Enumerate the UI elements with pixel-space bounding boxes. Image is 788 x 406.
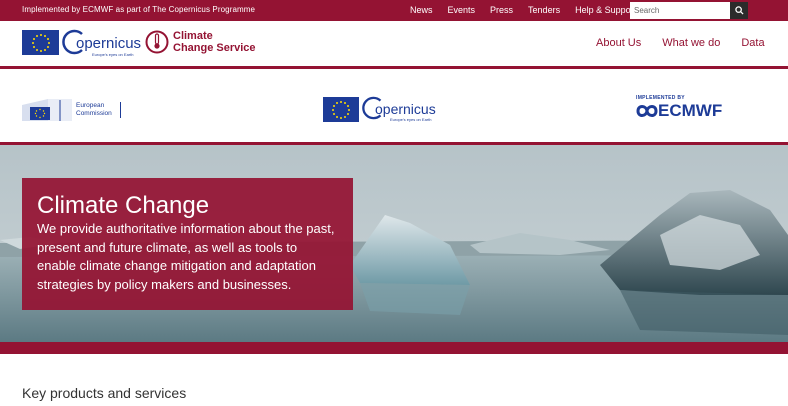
copernicus-tagline: Europe's eyes on Earth <box>92 52 134 57</box>
implemented-by-text: Implemented by ECMWF as part of The Cope… <box>22 5 256 14</box>
top-nav-events[interactable]: Events <box>448 5 476 15</box>
site-header: opernicus Europe's eyes on Earth Climate… <box>0 21 788 66</box>
top-nav-news[interactable]: News <box>410 5 433 15</box>
top-nav-press[interactable]: Press <box>490 5 513 15</box>
thermometer-icon <box>145 30 169 54</box>
search-button[interactable] <box>730 2 748 19</box>
c3s-title-line2: Change Service <box>173 42 256 54</box>
ecmwf-name: ECMWF <box>658 101 723 120</box>
eu-flag-icon-2[interactable] <box>323 97 359 122</box>
top-bar: Implemented by ECMWF as part of The Cope… <box>0 0 788 21</box>
c3s-logo[interactable]: Climate Change Service <box>145 29 256 55</box>
hero-description: We provide authoritative information abo… <box>37 221 335 292</box>
ec-line1: European <box>76 102 105 109</box>
eu-flag-icon[interactable] <box>22 30 59 55</box>
copernicus-logo-2[interactable]: opernicus Europe's eyes on Earth <box>362 95 437 125</box>
nav-about-us[interactable]: About Us <box>596 37 641 49</box>
nav-data[interactable]: Data <box>741 37 764 49</box>
hero-bottom-band <box>0 342 788 354</box>
copernicus-tagline-2: Europe's eyes on Earth <box>390 117 432 122</box>
ecmwf-wave-icon <box>636 105 658 117</box>
european-commission-icon <box>22 99 72 121</box>
top-nav: News Events Press Tenders Help & Support <box>410 5 651 15</box>
european-commission-logo[interactable]: European Commission <box>22 97 121 123</box>
ec-line2: Commission <box>76 110 112 117</box>
main-nav: About Us What we do Data <box>596 37 786 49</box>
search-input[interactable] <box>630 2 730 19</box>
hero-text-box: Climate Change We provide authoritative … <box>22 178 353 310</box>
nav-what-we-do[interactable]: What we do <box>662 37 720 49</box>
section-title: Key products and services <box>22 385 187 401</box>
hero-title: Climate Change <box>37 192 210 219</box>
top-nav-help-support[interactable]: Help & Support <box>575 5 636 15</box>
top-nav-tenders[interactable]: Tenders <box>528 5 560 15</box>
search-icon <box>734 6 744 15</box>
search-box <box>630 2 748 19</box>
ec-divider <box>119 102 121 118</box>
copernicus-wordmark-2: opernicus <box>375 101 436 117</box>
ecmwf-logo[interactable]: IMPLEMENTED BY ECMWF <box>636 95 722 121</box>
copernicus-wordmark: opernicus <box>76 35 142 52</box>
hero-banner: Climate Change We provide authoritative … <box>0 145 788 342</box>
copernicus-logo[interactable]: opernicus Europe's eyes on Earth <box>62 28 141 60</box>
partner-logos: European Commission opernicus Europe's e… <box>0 69 788 142</box>
c3s-title-line1: Climate <box>173 30 213 42</box>
